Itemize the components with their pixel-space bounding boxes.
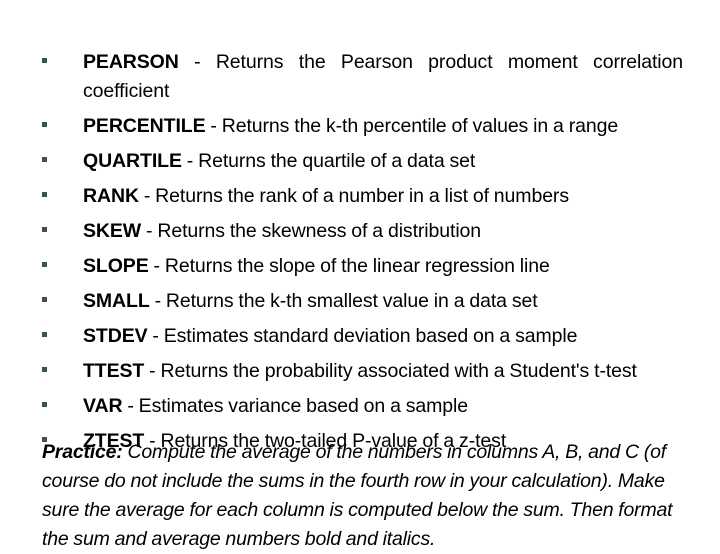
function-separator: -: [149, 290, 166, 312]
function-name: VAR: [83, 395, 123, 417]
function-separator: -: [148, 255, 165, 277]
list-item: SKEW - Returns the skewness of a distrib…: [42, 217, 683, 246]
statistical-functions-list: PEARSON - Returns the Pearson product mo…: [42, 48, 683, 462]
list-item: RANK - Returns the rank of a number in a…: [42, 182, 683, 211]
slide-canvas: PEARSON - Returns the Pearson product mo…: [0, 0, 720, 550]
function-description: Returns the skewness of a distribution: [157, 220, 482, 242]
list-item-text: STDEV - Estimates standard deviation bas…: [83, 322, 683, 351]
function-separator: -: [181, 150, 199, 172]
list-item-text: QUARTILE - Returns the quartile of a dat…: [83, 147, 683, 176]
function-name: SMALL: [83, 290, 150, 312]
list-item: SMALL - Returns the k-th smallest value …: [42, 287, 683, 316]
function-name: QUARTILE: [83, 150, 182, 172]
list-item-text: PERCENTILE - Returns the k-th percentile…: [83, 112, 683, 141]
function-separator: -: [205, 115, 222, 137]
practice-paragraph: Practice: Compute the average of the num…: [42, 438, 683, 554]
function-name: STDEV: [83, 325, 148, 347]
function-description: Returns the k-th smallest value in a dat…: [165, 290, 538, 312]
function-separator: -: [147, 325, 164, 347]
list-item: STDEV - Estimates standard deviation bas…: [42, 322, 683, 351]
function-separator: -: [141, 220, 158, 242]
function-name: SKEW: [83, 220, 142, 242]
function-name: SLOPE: [83, 255, 149, 277]
list-item-text: SMALL - Returns the k-th smallest value …: [83, 287, 683, 316]
function-description: Returns the probability associated with …: [160, 360, 637, 382]
list-item-text: SKEW - Returns the skewness of a distrib…: [83, 217, 683, 246]
list-item: TTEST - Returns the probability associat…: [42, 357, 683, 386]
practice-body: Compute the average of the numbers in co…: [42, 440, 673, 550]
bullet-square-icon: [42, 392, 83, 407]
function-separator: -: [122, 395, 139, 417]
function-separator: -: [178, 51, 216, 73]
function-description: Returns the k-th percentile of values in…: [221, 115, 619, 137]
function-name: PEARSON: [83, 51, 179, 73]
practice-label: Practice:: [42, 440, 123, 463]
function-name: PERCENTILE: [83, 115, 206, 137]
list-item: SLOPE - Returns the slope of the linear …: [42, 252, 683, 281]
bullet-square-icon: [42, 322, 83, 337]
bullet-square-icon: [42, 112, 83, 127]
bullet-square-icon: [42, 252, 83, 267]
function-description: Estimates standard deviation based on a …: [163, 325, 578, 347]
function-separator: -: [138, 185, 156, 207]
bullet-square-icon: [42, 217, 83, 232]
bullet-square-icon: [42, 357, 83, 372]
list-item: PEARSON - Returns the Pearson product mo…: [42, 48, 683, 106]
list-item-text: TTEST - Returns the probability associat…: [83, 357, 683, 386]
function-description: Returns the rank of a number in a list o…: [155, 185, 569, 207]
list-item-text: SLOPE - Returns the slope of the linear …: [83, 252, 683, 281]
list-item: VAR - Estimates variance based on a samp…: [42, 392, 683, 421]
list-item-text: VAR - Estimates variance based on a samp…: [83, 392, 683, 421]
function-name: TTEST: [83, 360, 145, 382]
list-item: QUARTILE - Returns the quartile of a dat…: [42, 147, 683, 176]
list-item-text: RANK - Returns the rank of a number in a…: [83, 182, 683, 211]
function-description: Returns the slope of the linear regressi…: [164, 255, 550, 277]
function-description: Estimates variance based on a sample: [138, 395, 468, 417]
function-description: Returns the quartile of a data set: [198, 150, 476, 172]
bullet-square-icon: [42, 48, 83, 63]
bullet-square-icon: [42, 147, 83, 162]
list-item: PERCENTILE - Returns the k-th percentile…: [42, 112, 683, 141]
function-name: RANK: [83, 185, 139, 207]
bullet-square-icon: [42, 182, 83, 197]
bullet-square-icon: [42, 287, 83, 302]
function-separator: -: [144, 360, 161, 382]
list-item-text: PEARSON - Returns the Pearson product mo…: [83, 48, 683, 106]
